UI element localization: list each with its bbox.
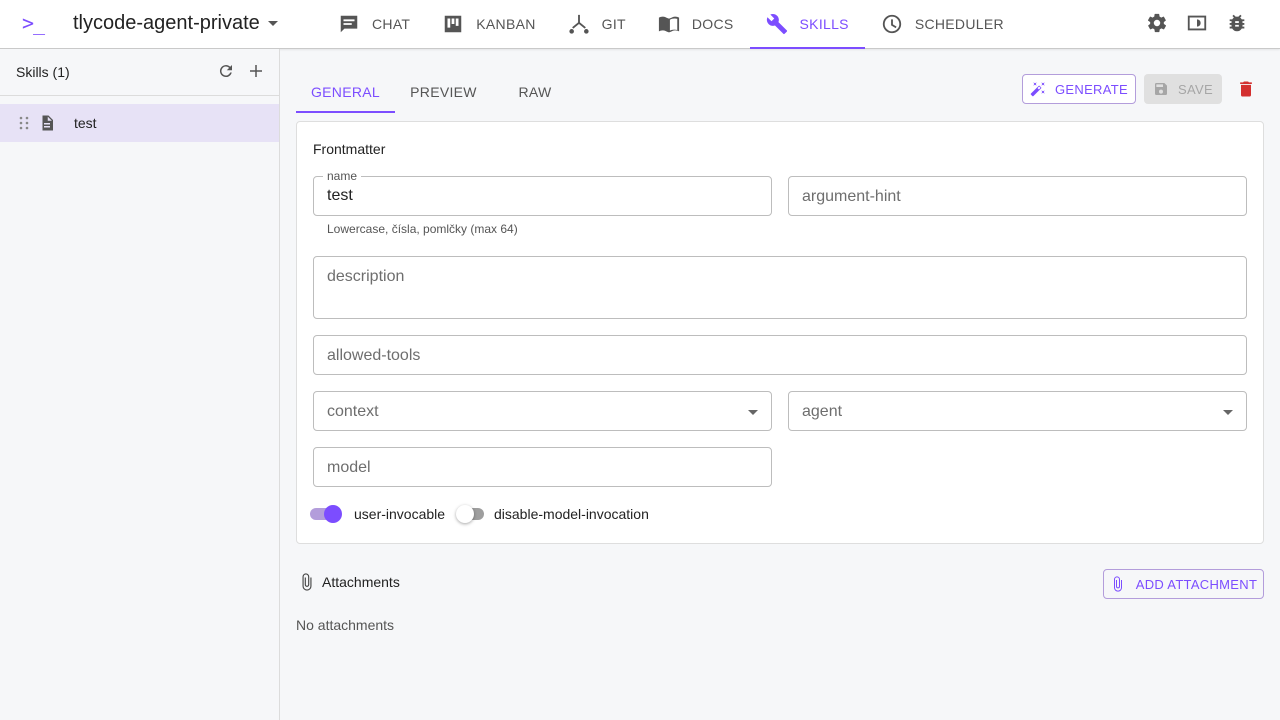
project-selector[interactable]: tlycode-agent-private [73,12,278,35]
top-actions [1146,12,1248,34]
trash-icon [1240,81,1252,97]
context-placeholder: context [327,403,379,420]
skill-editor: GENERAL PREVIEW RAW GENERATE SAVE Frontm… [280,49,1280,720]
tab-general[interactable]: GENERAL [296,71,395,113]
refresh-icon[interactable] [217,62,235,80]
name-field[interactable]: name test [313,169,772,216]
tab-git[interactable]: GIT [552,0,642,48]
git-icon [569,14,589,34]
tab-preview[interactable]: PREVIEW [395,71,492,112]
tab-kanban[interactable]: KANBAN [426,0,551,48]
frontmatter-card: Frontmatter name test Lowercase, čísla, … [296,121,1264,544]
sidebar-header: Skills (1) [0,49,279,96]
tab-scheduler[interactable]: SCHEDULER [865,0,1020,48]
document-icon [42,115,53,131]
toggle-switch[interactable] [310,505,342,523]
name-field-label: name [323,169,362,183]
model-field[interactable]: model [313,447,772,487]
top-bar: >_ tlycode-agent-private CHAT KANBAN GIT… [0,0,1280,49]
editor-tabs: GENERAL PREVIEW RAW [296,71,578,113]
name-field-hint: Lowercase, čísla, pomlčky (max 64) [327,222,518,236]
add-icon[interactable] [247,62,265,80]
toggle-knob [324,505,342,523]
app-logo[interactable]: >_ [22,11,45,35]
attachments-header: Attachments [298,573,400,591]
tab-raw-label: RAW [518,83,552,100]
generate-button[interactable]: GENERATE [1022,74,1136,104]
project-name: tlycode-agent-private [73,12,260,34]
sidebar-item-test[interactable]: test [0,104,279,142]
main-nav: CHAT KANBAN GIT DOCS SKILLS SCHEDULER [322,0,1020,49]
agent-placeholder: agent [802,403,843,420]
delete-button[interactable] [1236,79,1258,101]
allowed-tools-placeholder: allowed-tools [327,347,421,364]
name-field-value: test [327,187,353,204]
description-placeholder: description [327,268,405,285]
tab-preview-label: PREVIEW [410,83,477,100]
tab-git-label: GIT [601,16,626,32]
tab-kanban-label: KANBAN [476,16,536,32]
tab-chat[interactable]: CHAT [322,0,426,48]
agent-select[interactable]: agent [788,391,1247,431]
model-placeholder: model [327,459,371,476]
toggle-knob [456,505,474,523]
disable-model-invocation-toggle[interactable]: disable-model-invocation [456,505,649,523]
paperclip-icon [1113,576,1122,592]
attachments-title: Attachments [322,574,400,590]
sidebar-title: Skills (1) [16,64,70,80]
bug-icon[interactable] [1226,12,1248,34]
user-invocable-label: user-invocable [354,506,446,522]
context-select[interactable]: context [313,391,772,431]
tab-raw[interactable]: RAW [492,71,578,112]
generate-label: GENERATE [1055,81,1128,97]
description-field[interactable]: description [313,256,1247,319]
save-icon [1155,83,1168,95]
chevron-down-icon [267,21,278,26]
argument-hint-field[interactable]: argument-hint [788,176,1247,216]
tab-docs[interactable]: DOCS [642,0,750,48]
tab-scheduler-label: SCHEDULER [914,16,1004,32]
allowed-tools-field[interactable]: allowed-tools [313,335,1247,375]
add-attachment-label: ADD ATTACHMENT [1135,576,1258,592]
drag-handle-icon[interactable] [18,116,30,130]
toggle-switch[interactable] [456,505,484,523]
clock-icon [882,14,901,34]
dropdown-arrow-icon [748,410,758,415]
kanban-icon [445,15,462,33]
paperclip-icon [302,573,312,591]
tab-chat-label: CHAT [372,16,411,32]
add-attachment-button[interactable]: ADD ATTACHMENT [1103,569,1264,599]
chat-icon [340,15,358,33]
tab-docs-label: DOCS [691,16,734,32]
disable-model-invocation-label: disable-model-invocation [494,506,649,522]
skills-sidebar: Skills (1) test [0,49,280,720]
user-invocable-toggle[interactable]: user-invocable [310,505,446,523]
gear-icon[interactable] [1146,12,1168,34]
argument-hint-placeholder: argument-hint [802,188,901,205]
magic-wand-icon [1030,82,1045,97]
tab-skills-label: SKILLS [799,16,849,32]
wrench-icon [766,14,787,35]
dropdown-arrow-icon [1223,410,1233,415]
docs-icon [658,16,679,33]
tab-general-label: GENERAL [310,83,380,100]
save-label: SAVE [1178,81,1213,97]
tab-skills[interactable]: SKILLS [749,0,866,49]
frontmatter-title: Frontmatter [313,141,386,157]
save-button[interactable]: SAVE [1144,74,1222,104]
attachments-empty-text: No attachments [296,617,395,633]
panel-icon[interactable] [1186,12,1208,34]
sidebar-item-label: test [74,115,97,131]
